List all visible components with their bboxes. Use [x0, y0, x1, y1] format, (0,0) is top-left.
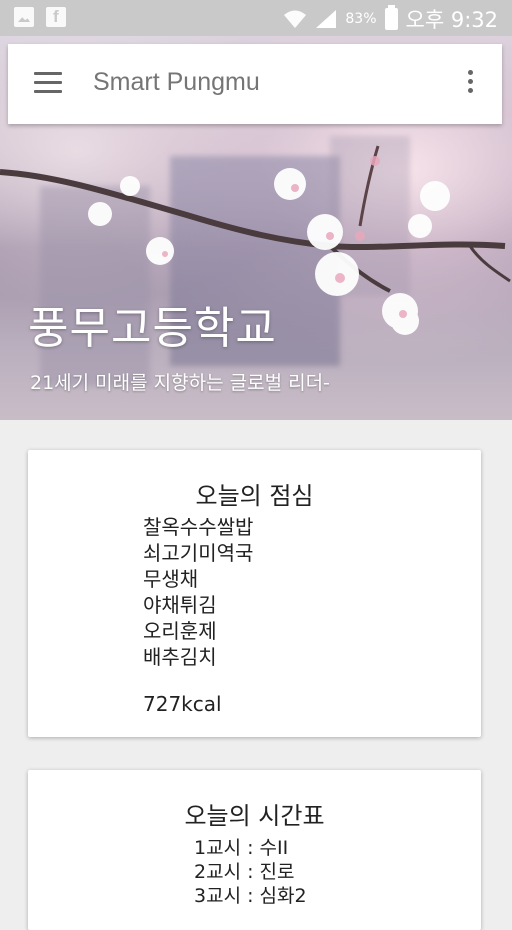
facebook-icon: [46, 7, 66, 27]
more-vert-icon[interactable]: [466, 70, 474, 100]
schedule-title: 오늘의 시간표: [184, 802, 325, 830]
schedule-list: 1교시 : 수II 2교시 : 진로 3교시 : 심화2: [194, 836, 307, 908]
lunch-title: 오늘의 점심: [195, 482, 314, 510]
lunch-menu-list: 찰옥수수쌀밥 쇠고기미역국 무생채 야채튀김 오리훈제 배추김치: [143, 514, 253, 670]
status-bar: 83% 오후 9:32: [0, 0, 512, 36]
schedule-card[interactable]: 오늘의 시간표 1교시 : 수II 2교시 : 진로 3교시 : 심화2: [28, 770, 481, 930]
lunch-item: 쇠고기미역국: [143, 541, 254, 565]
lunch-item: 배추김치: [143, 645, 217, 669]
hamburger-menu-icon[interactable]: [34, 72, 62, 96]
wifi-icon: [283, 9, 307, 29]
school-name: 풍무고등학교: [28, 303, 277, 354]
gallery-icon: [14, 7, 34, 27]
battery-icon: [384, 5, 398, 30]
schedule-period: 3교시 : 심화2: [194, 885, 307, 907]
app-title: Smart Pungmu: [93, 68, 260, 96]
notification-icons: [14, 7, 66, 27]
app-bar: Smart Pungmu: [8, 44, 502, 124]
lunch-card[interactable]: 오늘의 점심 찰옥수수쌀밥 쇠고기미역국 무생채 야채튀김 오리훈제 배추김치 …: [28, 450, 481, 737]
lunch-item: 야채튀김: [143, 593, 217, 617]
lunch-item: 무생채: [143, 567, 199, 591]
schedule-period: 2교시 : 진로: [194, 861, 295, 883]
lunch-item: 찰옥수수쌀밥: [143, 515, 254, 539]
signal-icon: [315, 9, 337, 29]
system-status: 83% 오후 9:32: [283, 4, 498, 34]
clock: 오후 9:32: [405, 8, 498, 32]
lunch-item: 오리훈제: [143, 619, 217, 643]
battery-percent: 83%: [345, 11, 377, 27]
lunch-calories: 727kcal: [143, 692, 222, 716]
schedule-period: 1교시 : 수II: [194, 837, 289, 859]
school-motto: 21세기 미래를 지향하는 글로벌 리더-: [30, 372, 330, 394]
